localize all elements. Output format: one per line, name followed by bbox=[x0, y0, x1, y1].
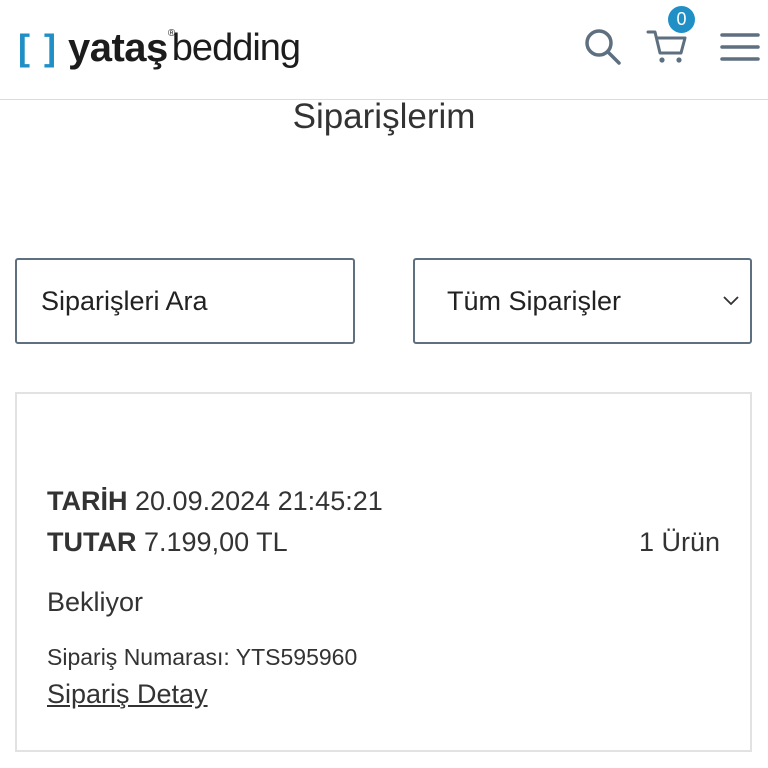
site-header: [ ] yataş ® bedding 0 bbox=[0, 0, 768, 100]
order-search-field[interactable] bbox=[15, 258, 355, 344]
logo-bracket: [ ] bbox=[18, 27, 58, 68]
hamburger-menu-icon[interactable] bbox=[720, 30, 760, 64]
brand-logo[interactable]: [ ] yataş ® bedding bbox=[18, 25, 301, 70]
chevron-down-icon bbox=[723, 296, 739, 306]
order-card: TARİH 20.09.2024 21:45:21 TUTAR 7.199,00… bbox=[15, 392, 752, 752]
order-item-count: 1 Ürün bbox=[638, 527, 720, 557]
order-date: TARİH 20.09.2024 21:45:21 bbox=[47, 486, 383, 516]
order-search-input[interactable] bbox=[41, 285, 353, 317]
order-total: TUTAR 7.199,00 TL bbox=[47, 527, 288, 557]
search-icon[interactable] bbox=[584, 28, 622, 66]
order-detail-link[interactable]: Sipariş Detay bbox=[47, 679, 208, 710]
order-filter-select[interactable]: Tüm Siparişler bbox=[413, 258, 752, 344]
order-number: Sipariş Numarası: YTS595960 bbox=[47, 644, 358, 670]
order-status: Bekliyor bbox=[47, 587, 144, 617]
logo-suffix: bedding bbox=[171, 26, 301, 69]
cart-count-badge: 0 bbox=[668, 6, 695, 33]
logo-wordmark: yataş ® bbox=[67, 25, 175, 70]
page-title: Siparişlerim bbox=[292, 97, 476, 136]
filter-selected-value: Tüm Siparişler bbox=[447, 285, 622, 316]
